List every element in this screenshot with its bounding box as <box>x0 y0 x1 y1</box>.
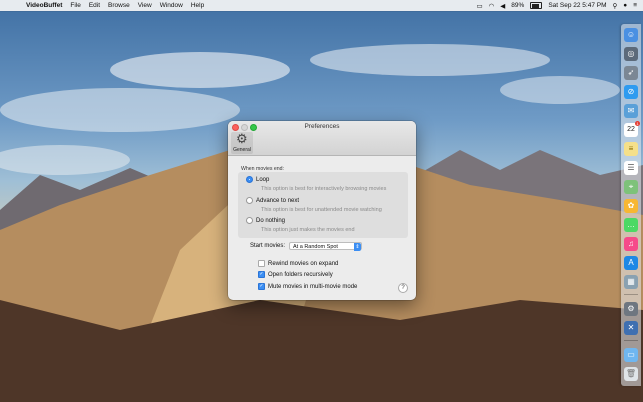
radio-advance[interactable]: Advance to next <box>246 197 299 204</box>
menu-file[interactable]: File <box>70 2 80 9</box>
menu-app-name[interactable]: VideoBuffet <box>26 2 62 9</box>
start-movies-label: Start movies: <box>250 243 286 249</box>
menu-edit[interactable]: Edit <box>89 2 100 9</box>
radio-advance-indicator[interactable] <box>246 197 253 204</box>
dock: ☺ ◎ ➶ ⊘ ✉ 22 1 ≡ ☰ ⌖ ✿ … ♫ A ▦ ⚙ ✕ ▭ 🗑 <box>621 24 641 386</box>
check-recursive-box[interactable]: ✓ <box>258 271 265 278</box>
notification-center-icon[interactable]: ≡ <box>633 2 637 9</box>
end-options-group: Loop This option is best for interactive… <box>238 172 408 238</box>
battery-icon[interactable] <box>530 2 543 9</box>
airplay-icon[interactable]: ▭ <box>476 2 482 10</box>
chevron-updown-icon: ⇕ <box>354 243 362 251</box>
status-area: ▭ ◠ ◀ 89% Sat Sep 22 5:47 PM ⚲ ● ≡ <box>476 0 637 11</box>
radio-loop-indicator[interactable] <box>246 176 253 183</box>
menu-view[interactable]: View <box>138 2 152 9</box>
calendar-badge: 1 <box>635 121 640 126</box>
radio-do-nothing-label: Do nothing <box>256 217 286 224</box>
start-movies-select[interactable]: At a Random Spot ⇕ <box>289 242 363 251</box>
radio-do-nothing-indicator[interactable] <box>246 217 253 224</box>
window-title: Preferences <box>304 123 340 130</box>
maps-icon[interactable]: ⌖ <box>624 180 638 194</box>
photos-icon[interactable]: ✿ <box>624 199 638 213</box>
menu-browse[interactable]: Browse <box>108 2 130 9</box>
finder-icon[interactable]: ☺ <box>624 28 638 42</box>
radio-advance-label: Advance to next <box>256 197 300 204</box>
xcode-icon[interactable]: ✕ <box>624 321 638 335</box>
notes-icon[interactable]: ≡ <box>624 142 638 156</box>
mail-icon[interactable]: ✉ <box>624 104 638 118</box>
radio-do-nothing[interactable]: Do nothing <box>246 217 285 224</box>
launchpad-icon[interactable]: ◎ <box>624 47 638 61</box>
radio-loop[interactable]: Loop <box>246 176 269 183</box>
messages-icon[interactable]: … <box>624 218 638 232</box>
check-mute-label: Mute movies in multi-movie mode <box>268 283 358 290</box>
start-movies-value: At a Random Spot <box>293 244 338 250</box>
reminders-icon[interactable]: ☰ <box>624 161 638 175</box>
check-mute-box[interactable]: ✓ <box>258 283 265 290</box>
volume-icon[interactable]: ◀ <box>500 2 505 10</box>
trash-icon[interactable]: 🗑 <box>624 367 638 381</box>
radio-loop-label: Loop <box>256 176 270 183</box>
itunes-icon[interactable]: ♫ <box>624 237 638 251</box>
radio-loop-hint: This option is best for interactively br… <box>261 186 387 192</box>
safari-icon[interactable]: ⊘ <box>624 85 638 99</box>
dock-separator <box>624 294 638 295</box>
preview-icon[interactable]: ▦ <box>624 275 638 289</box>
start-movies-row: Start movies: At a Random Spot ⇕ <box>250 242 363 251</box>
system-preferences-icon[interactable]: ⚙ <box>624 302 638 316</box>
spotlight-icon[interactable]: ⚲ <box>613 2 618 10</box>
check-rewind-label: Rewind movies on expand <box>268 260 339 267</box>
battery-percent: 89% <box>511 2 525 9</box>
radio-do-nothing-hint: This option just makes the movies end <box>261 227 355 233</box>
window-titlebar[interactable]: Preferences ⚙ General <box>228 121 416 156</box>
check-recursive[interactable]: ✓ Open folders recursively <box>258 271 333 278</box>
check-rewind[interactable]: Rewind movies on expand <box>258 260 338 267</box>
menu-bar: VideoBuffet File Edit Browse View Window… <box>0 0 643 11</box>
check-rewind-box[interactable] <box>258 260 265 267</box>
downloads-folder-icon[interactable]: ▭ <box>624 348 638 362</box>
menu-help[interactable]: Help <box>191 2 204 9</box>
menu-window[interactable]: Window <box>160 2 183 9</box>
preferences-window: Preferences ⚙ General When movies end: L… <box>228 121 416 300</box>
radio-advance-hint: This option is best for unattended movie… <box>261 207 382 213</box>
calendar-day: 22 <box>627 126 635 133</box>
user-icon[interactable]: ● <box>623 2 627 9</box>
gear-icon: ⚙ <box>236 131 248 146</box>
app-store-icon[interactable]: A <box>624 256 638 270</box>
toolbar-general-button[interactable]: ⚙ General <box>231 132 253 154</box>
calendar-icon[interactable]: 22 1 <box>624 121 640 137</box>
clock[interactable]: Sat Sep 22 5:47 PM <box>548 2 606 9</box>
rocket-icon[interactable]: ➶ <box>624 66 638 80</box>
check-mute[interactable]: ✓ Mute movies in multi-movie mode <box>258 283 357 290</box>
help-button[interactable]: ? <box>398 283 408 293</box>
check-recursive-label: Open folders recursively <box>268 271 333 278</box>
toolbar-general-label: General <box>233 147 251 153</box>
dock-separator-2 <box>624 340 638 341</box>
wifi-icon[interactable]: ◠ <box>489 2 495 10</box>
